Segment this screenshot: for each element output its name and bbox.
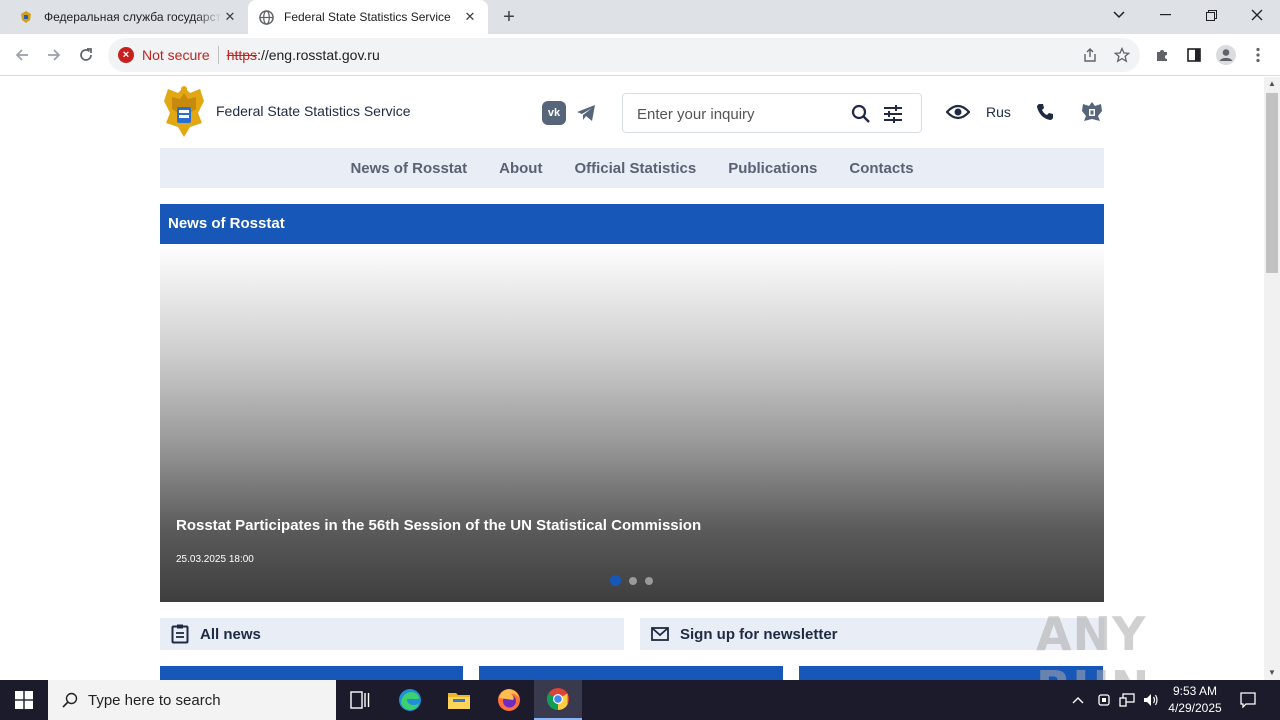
reload-icon[interactable] <box>74 43 98 67</box>
tab-rosstat-ru[interactable]: Федеральная служба государственной стати… <box>8 0 248 34</box>
minimize-icon[interactable] <box>1142 0 1188 30</box>
tab-strip: Федеральная служба государственной стати… <box>0 0 1280 34</box>
security-label[interactable]: Not secure <box>142 47 210 63</box>
chrome-icon[interactable] <box>534 680 582 720</box>
news-card[interactable] <box>479 666 783 680</box>
forward-arrow-icon[interactable] <box>42 43 66 67</box>
language-switch[interactable]: Rus <box>986 104 1011 120</box>
extensions-puzzle-icon[interactable] <box>1150 43 1174 67</box>
slider-dot-3[interactable] <box>645 576 653 585</box>
file-explorer-icon[interactable] <box>435 680 483 720</box>
scroll-up-arrow-icon[interactable]: ▲ <box>1264 77 1280 91</box>
search-icon <box>62 692 78 708</box>
not-secure-icon[interactable]: × <box>118 47 134 63</box>
tab-search-chevron-icon[interactable] <box>1096 0 1142 30</box>
close-tab-icon[interactable]: ✕ <box>462 9 478 25</box>
system-clock[interactable]: 9:53 AM 4/29/2025 <box>1160 683 1230 717</box>
envelope-icon <box>650 624 670 644</box>
document-list-icon <box>170 624 190 644</box>
slide-title[interactable]: Rosstat Participates in the 56th Session… <box>176 517 701 534</box>
network-icon[interactable] <box>1116 680 1138 720</box>
page-scrollbar[interactable]: ▲ ▼ <box>1264 77 1280 680</box>
tab-title: Federal State Statistics Service <box>284 10 451 24</box>
edge-icon[interactable] <box>386 680 434 720</box>
slider-pagination <box>610 575 653 586</box>
menu-dots-icon[interactable] <box>1246 43 1270 67</box>
news-slider[interactable]: Rosstat Participates in the 56th Session… <box>160 244 1104 602</box>
search-icon[interactable] <box>850 103 872 125</box>
newsletter-link[interactable]: Sign up for newsletter <box>640 618 1104 650</box>
url-scheme: https <box>226 47 258 63</box>
share-icon[interactable] <box>1076 38 1104 72</box>
all-news-link[interactable]: All news <box>160 618 624 650</box>
side-panel-icon[interactable] <box>1182 43 1206 67</box>
slider-dot-2[interactable] <box>629 576 637 585</box>
nav-publications[interactable]: Publications <box>728 160 817 177</box>
notifications-icon[interactable] <box>1232 680 1264 720</box>
clock-date: 4/29/2025 <box>1168 701 1222 715</box>
profile-avatar-icon[interactable] <box>1214 43 1238 67</box>
back-arrow-icon[interactable] <box>10 43 34 67</box>
phone-icon[interactable] <box>1032 99 1058 125</box>
new-tab-button[interactable]: + <box>498 6 520 28</box>
emblem-favicon-icon <box>18 9 34 25</box>
rosstat-logo[interactable] <box>160 83 208 141</box>
scrollbar-thumb[interactable] <box>1266 93 1278 273</box>
accessibility-eye-icon[interactable] <box>945 99 971 125</box>
windows-taskbar: Type here to search 9:53 AM 4/29/2025 <box>0 680 1280 720</box>
close-window-icon[interactable] <box>1234 0 1280 30</box>
slider-dot-1[interactable] <box>610 575 621 586</box>
close-tab-icon[interactable]: ✕ <box>222 9 238 25</box>
restore-icon[interactable] <box>1188 0 1234 30</box>
browser-toolbar: × Not secure https://eng.rosstat.gov.ru <box>0 34 1280 76</box>
tab-title: Федеральная служба государственной стати… <box>44 10 222 24</box>
slide-date: 25.03.2025 18:00 <box>176 554 254 565</box>
clock-time: 9:53 AM <box>1172 684 1218 698</box>
tab-rosstat-eng[interactable]: Federal State Statistics Service ✕ <box>248 0 488 34</box>
address-bar[interactable]: × Not secure https://eng.rosstat.gov.ru <box>108 38 1140 72</box>
site-name[interactable]: Federal State Statistics Service <box>216 103 411 119</box>
nav-official-statistics[interactable]: Official Statistics <box>574 160 696 177</box>
filter-sliders-icon[interactable] <box>882 103 904 125</box>
news-section-header: News of Rosstat <box>160 204 1104 244</box>
globe-icon <box>258 9 274 25</box>
taskbar-search[interactable]: Type here to search <box>48 680 336 720</box>
nav-news[interactable]: News of Rosstat <box>350 160 467 177</box>
divider <box>217 46 219 64</box>
russia-emblem-icon[interactable] <box>1079 99 1105 125</box>
taskbar-search-placeholder: Type here to search <box>88 691 221 709</box>
tray-chevron-up-icon[interactable] <box>1068 680 1088 720</box>
security-shield-tray-icon[interactable] <box>1094 680 1114 720</box>
nav-about[interactable]: About <box>499 160 542 177</box>
vk-icon[interactable]: vk <box>542 101 566 125</box>
main-navigation: News of Rosstat About Official Statistic… <box>160 148 1104 188</box>
volume-icon[interactable] <box>1140 680 1162 720</box>
search-input[interactable] <box>637 102 837 126</box>
site-search <box>622 93 922 133</box>
firefox-icon[interactable] <box>485 680 533 720</box>
newsletter-label: Sign up for newsletter <box>680 625 838 643</box>
news-card[interactable] <box>160 666 463 680</box>
windows-start-icon[interactable] <box>0 680 48 720</box>
nav-contacts[interactable]: Contacts <box>849 160 913 177</box>
web-page: Federal State Statistics Service vk Rus … <box>0 77 1264 680</box>
url-host: ://eng.rosstat.gov.ru <box>257 47 380 63</box>
bookmark-star-icon[interactable] <box>1108 38 1136 72</box>
telegram-icon[interactable] <box>574 101 598 125</box>
task-view-icon[interactable] <box>336 680 384 720</box>
scroll-down-arrow-icon[interactable]: ▼ <box>1264 666 1280 680</box>
all-news-label: All news <box>200 625 261 643</box>
anyrun-watermark: ANY RUN <box>1036 607 1149 680</box>
